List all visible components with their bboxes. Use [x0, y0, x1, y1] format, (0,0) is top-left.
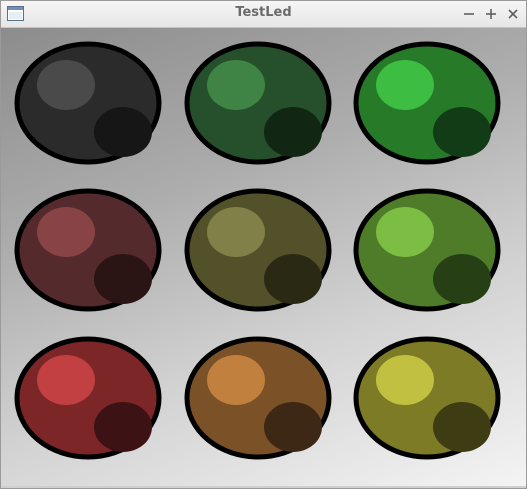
- led-orange[interactable]: [184, 336, 332, 460]
- led-shadow: [433, 402, 491, 452]
- close-icon: [508, 9, 518, 19]
- led-highlight: [37, 207, 95, 257]
- led-shadow: [433, 107, 491, 157]
- led-shadow: [94, 402, 152, 452]
- led-highlight: [207, 60, 265, 110]
- led-lime[interactable]: [353, 188, 501, 312]
- application-window: TestLed: [0, 0, 527, 489]
- led-yellow[interactable]: [353, 336, 501, 460]
- led-dim-olive[interactable]: [184, 188, 332, 312]
- led-shadow: [264, 107, 322, 157]
- led-highlight: [376, 60, 434, 110]
- led-shadow: [94, 254, 152, 304]
- led-highlight: [37, 60, 95, 110]
- maximize-icon: [486, 9, 496, 19]
- minimize-icon: [464, 13, 474, 15]
- close-button[interactable]: [504, 5, 522, 23]
- led-dim-green[interactable]: [184, 41, 332, 165]
- led-shadow: [264, 402, 322, 452]
- led-shadow: [433, 254, 491, 304]
- led-highlight: [37, 355, 95, 405]
- led-grid: [14, 41, 501, 460]
- led-red[interactable]: [14, 336, 162, 460]
- led-highlight: [207, 355, 265, 405]
- title-bar[interactable]: TestLed: [1, 1, 526, 28]
- maximize-button[interactable]: [482, 5, 500, 23]
- bottom-border: [1, 486, 526, 488]
- window-title: TestLed: [235, 5, 292, 20]
- minimize-button[interactable]: [460, 5, 478, 23]
- led-highlight: [376, 207, 434, 257]
- led-shadow: [264, 254, 322, 304]
- led-highlight: [207, 207, 265, 257]
- led-dim-red[interactable]: [14, 188, 162, 312]
- led-shadow: [94, 107, 152, 157]
- led-off-gray[interactable]: [14, 41, 162, 165]
- led-on-green[interactable]: [353, 41, 501, 165]
- led-panel: [1, 28, 526, 488]
- led-highlight: [376, 355, 434, 405]
